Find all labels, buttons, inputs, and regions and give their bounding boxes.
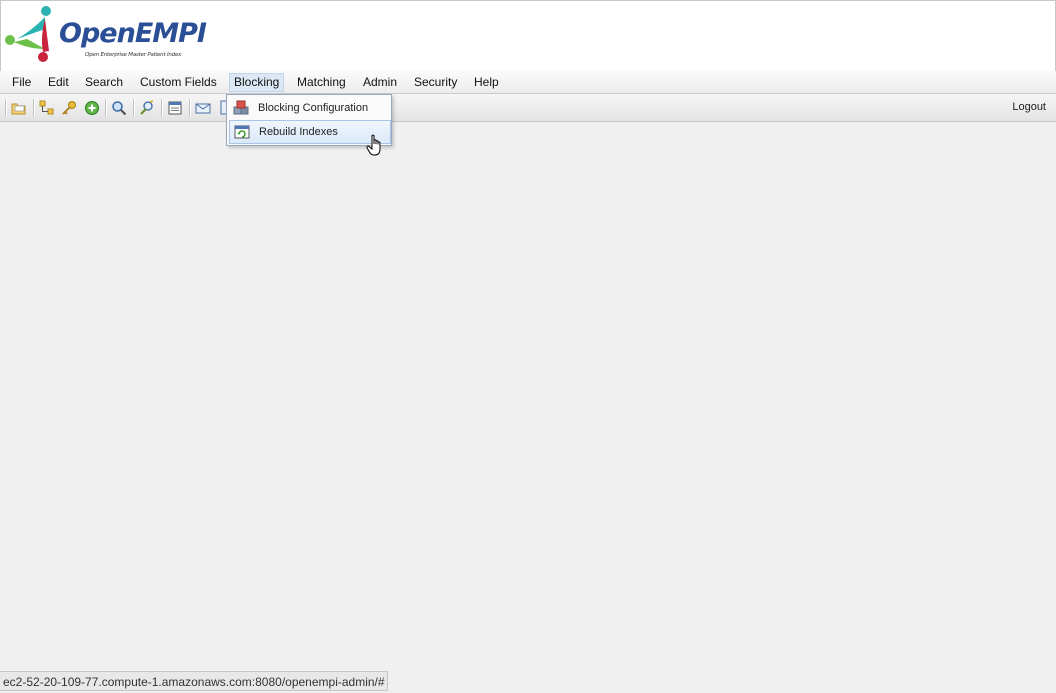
menu-search[interactable]: Search bbox=[81, 74, 127, 91]
refresh-window-icon bbox=[234, 125, 250, 139]
logout-link[interactable]: Logout bbox=[1012, 101, 1046, 113]
open-folder-icon[interactable] bbox=[11, 100, 27, 116]
menu-item-label: Rebuild Indexes bbox=[259, 126, 338, 138]
hand-cursor-icon bbox=[366, 134, 381, 156]
openempi-logo: OpenEMPI Open Enterprise Master Patient … bbox=[5, 5, 207, 65]
menu-file[interactable]: File bbox=[8, 74, 35, 91]
logo-open-text: Open bbox=[59, 18, 136, 49]
message-icon[interactable] bbox=[195, 100, 211, 116]
menu-help[interactable]: Help bbox=[470, 74, 503, 91]
toolbar-separator bbox=[105, 99, 107, 117]
toolbar-separator bbox=[133, 99, 135, 117]
app-header: OpenEMPI Open Enterprise Master Patient … bbox=[0, 0, 1056, 72]
logo-empi-text: EMPI bbox=[134, 18, 207, 49]
toolbar-separator bbox=[33, 99, 35, 117]
add-icon[interactable] bbox=[84, 100, 100, 116]
menu-edit[interactable]: Edit bbox=[44, 74, 73, 91]
menu-custom-fields[interactable]: Custom Fields bbox=[136, 74, 221, 91]
menu-item-label: Blocking Configuration bbox=[258, 102, 369, 114]
menu-bar: File Edit Search Custom Fields Blocking … bbox=[0, 71, 1056, 94]
report-icon[interactable] bbox=[167, 100, 183, 116]
logo-mark-icon bbox=[5, 6, 51, 62]
menu-item-blocking-configuration[interactable]: Blocking Configuration bbox=[229, 97, 389, 119]
toolbar-separator bbox=[189, 99, 191, 117]
tree-icon[interactable] bbox=[39, 100, 55, 116]
menu-security[interactable]: Security bbox=[410, 74, 461, 91]
menu-blocking[interactable]: Blocking bbox=[229, 73, 285, 92]
logo-wordmark: OpenEMPI bbox=[59, 18, 207, 49]
toolbar-separator bbox=[161, 99, 163, 117]
search-icon[interactable] bbox=[111, 100, 127, 116]
blocks-icon bbox=[233, 100, 249, 115]
edit-search-icon[interactable] bbox=[139, 100, 155, 116]
toolbar-separator bbox=[5, 99, 7, 117]
toolbar: Logout bbox=[0, 94, 1056, 122]
menu-admin[interactable]: Admin bbox=[359, 74, 401, 91]
status-bar-url: ec2-52-20-109-77.compute-1.amazonaws.com… bbox=[0, 671, 388, 691]
key-icon[interactable] bbox=[61, 100, 77, 116]
logo-tagline: Open Enterprise Master Patient Index bbox=[85, 52, 182, 58]
menu-matching[interactable]: Matching bbox=[293, 74, 350, 91]
